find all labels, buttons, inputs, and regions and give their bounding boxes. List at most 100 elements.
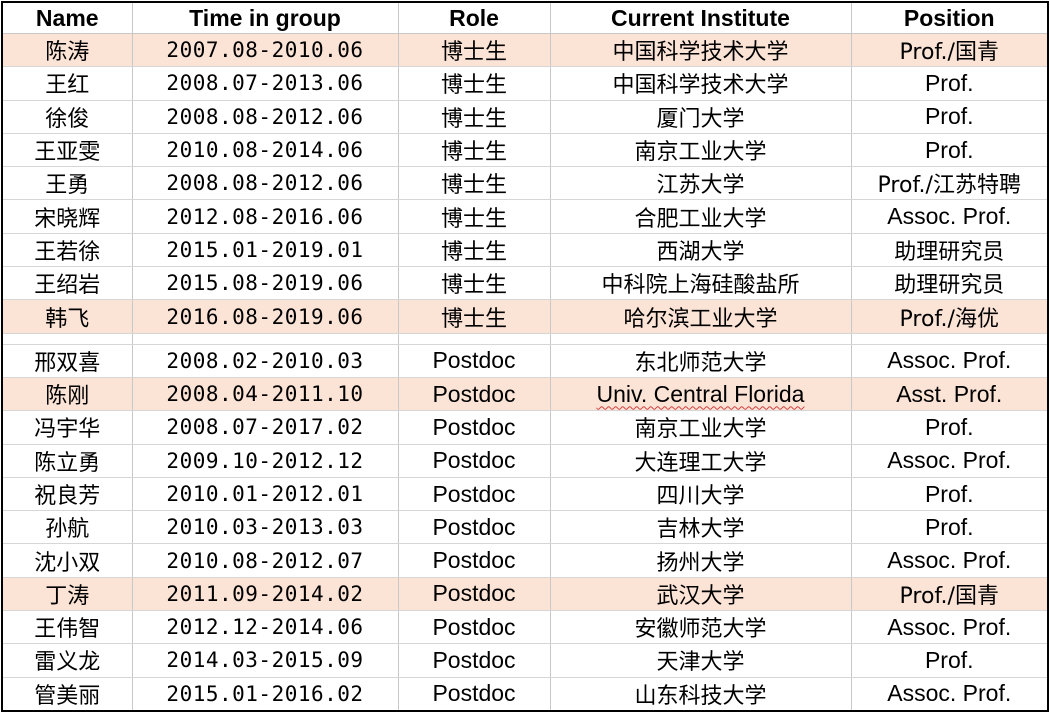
table-row: 陈立勇 2009.10-2012.12 Postdoc 大连理工大学 Assoc. Pr… — [1, 443, 1049, 478]
cell-current-institute: 大连理工大学 — [549, 443, 852, 478]
cell-role: Postdoc — [397, 376, 551, 412]
cell-time-in-group: 2010.01-2012.01 — [131, 476, 399, 512]
cell-current-institute: 南京工业大学 — [549, 410, 852, 445]
table-row: 王若徐 2015.01-2019.01 博士生 西湖大学 助理研究员 — [1, 232, 1049, 268]
cell-current-institute: 哈尔滨工业大学 — [549, 299, 852, 334]
cell-current-institute: 厦门大学 — [549, 99, 852, 134]
cell-time-in-group: 2011.09-2014.02 — [131, 576, 399, 612]
cell-role: 博士生 — [397, 32, 551, 68]
cell-time-in-group: 2012.08-2016.06 — [131, 199, 399, 234]
cell-time-in-group: 2015.01-2019.01 — [131, 232, 399, 268]
cell-position: Assoc. Prof. — [850, 676, 1049, 712]
cell-position: Prof./海优 — [850, 299, 1049, 334]
cell-current-institute: 四川大学 — [549, 476, 852, 512]
table-row: 祝良芳 2010.01-2012.01 Postdoc 四川大学 Prof. — [1, 476, 1049, 512]
cell-time-in-group: 2008.02-2010.03 — [131, 343, 399, 378]
cell-position: Prof./国青 — [850, 32, 1049, 68]
table-row: 陈刚 2008.04-2011.10 Postdoc Univ. Central Fl… — [1, 376, 1049, 412]
cell-position: Assoc. Prof. — [850, 343, 1049, 378]
cell-time-in-group: 2009.10-2012.12 — [131, 443, 399, 478]
separator-cell — [1, 332, 133, 345]
cell-position: Prof. — [850, 132, 1049, 168]
table-row: 宋晓辉 2012.08-2016.06 博士生 合肥工业大学 Assoc. Prof. — [1, 199, 1049, 234]
cell-name: 宋晓辉 — [1, 199, 133, 234]
cell-time-in-group: 2010.08-2012.07 — [131, 543, 399, 578]
cell-position: Prof. — [850, 643, 1049, 678]
cell-name: 丁涛 — [1, 576, 133, 612]
cell-time-in-group: 2015.08-2019.06 — [131, 266, 399, 301]
cell-name: 冯宇华 — [1, 410, 133, 445]
header-position: Position — [850, 1, 1049, 34]
cell-current-institute: 天津大学 — [549, 643, 852, 678]
cell-position: Assoc. Prof. — [850, 443, 1049, 478]
cell-role: Postdoc — [397, 610, 551, 645]
cell-time-in-group: 2008.04-2011.10 — [131, 376, 399, 412]
cell-time-in-group: 2008.08-2012.06 — [131, 166, 399, 201]
table-row: 孙航 2010.03-2013.03 Postdoc 吉林大学 Prof. — [1, 510, 1049, 545]
cell-current-institute: 安徽师范大学 — [549, 610, 852, 645]
cell-time-in-group: 2012.12-2014.06 — [131, 610, 399, 645]
cell-name: 邢双喜 — [1, 343, 133, 378]
cell-time-in-group: 2010.08-2014.06 — [131, 132, 399, 168]
header-row: Name Time in group Role Current Institut… — [1, 1, 1049, 34]
cell-time-in-group: 2008.08-2012.06 — [131, 99, 399, 134]
table-row: 王勇 2008.08-2012.06 博士生 江苏大学 Prof./江苏特聘 — [1, 166, 1049, 201]
cell-current-institute: 山东科技大学 — [549, 676, 852, 712]
cell-name: 陈立勇 — [1, 443, 133, 478]
cell-role: Postdoc — [397, 510, 551, 545]
institute-text: Univ. Central Florida — [596, 380, 805, 407]
cell-position: Prof. — [850, 410, 1049, 445]
cell-role: 博士生 — [397, 166, 551, 201]
cell-time-in-group: 2007.08-2010.06 — [131, 32, 399, 68]
cell-role: 博士生 — [397, 132, 551, 168]
cell-current-institute: 中国科学技术大学 — [549, 32, 852, 68]
header-time-in-group: Time in group — [131, 1, 399, 34]
cell-role: Postdoc — [397, 443, 551, 478]
separator-cell — [397, 332, 551, 345]
cell-position: Prof./江苏特聘 — [850, 166, 1049, 201]
cell-position: Assoc. Prof. — [850, 199, 1049, 234]
cell-name: 徐俊 — [1, 99, 133, 134]
separator-cell — [131, 332, 399, 345]
cell-position: 助理研究员 — [850, 232, 1049, 268]
table-body: 陈涛 2007.08-2010.06 博士生 中国科学技术大学 Prof./国青 王红 20… — [1, 32, 1049, 712]
header-role: Role — [397, 1, 551, 34]
cell-position: Prof./国青 — [850, 576, 1049, 612]
cell-role: Postdoc — [397, 643, 551, 678]
header-name: Name — [1, 1, 133, 34]
cell-name: 陈刚 — [1, 376, 133, 412]
cell-time-in-group: 2016.08-2019.06 — [131, 299, 399, 334]
cell-position: Prof. — [850, 510, 1049, 545]
table-row: 丁涛 2011.09-2014.02 Postdoc 武汉大学 Prof./国青 — [1, 576, 1049, 612]
cell-name: 王勇 — [1, 166, 133, 201]
cell-role: Postdoc — [397, 543, 551, 578]
cell-role: Postdoc — [397, 676, 551, 712]
cell-name: 王伟智 — [1, 610, 133, 645]
cell-role: Postdoc — [397, 410, 551, 445]
cell-position: Assoc. Prof. — [850, 610, 1049, 645]
table-row: 雷义龙 2014.03-2015.09 Postdoc 天津大学 Prof. — [1, 643, 1049, 678]
cell-name: 祝良芳 — [1, 476, 133, 512]
cell-name: 陈涛 — [1, 32, 133, 68]
table-row: 沈小双 2010.08-2012.07 Postdoc 扬州大学 Assoc. Prof… — [1, 543, 1049, 578]
cell-name: 王亚雯 — [1, 132, 133, 168]
table-row: 王亚雯 2010.08-2014.06 博士生 南京工业大学 Prof. — [1, 132, 1049, 168]
cell-current-institute: 西湖大学 — [549, 232, 852, 268]
cell-current-institute: 东北师范大学 — [549, 343, 852, 378]
cell-role: Postdoc — [397, 476, 551, 512]
table-row: 管美丽 2015.01-2016.02 Postdoc 山东科技大学 Assoc. Pr… — [1, 676, 1049, 712]
cell-role: 博士生 — [397, 232, 551, 268]
cell-role: 博士生 — [397, 199, 551, 234]
separator-cell — [549, 332, 852, 345]
table-row: 王红 2008.07-2013.06 博士生 中国科学技术大学 Prof. — [1, 66, 1049, 101]
cell-time-in-group: 2008.07-2013.06 — [131, 66, 399, 101]
cell-current-institute: 吉林大学 — [549, 510, 852, 545]
group-members-table: Name Time in group Role Current Institut… — [1, 1, 1049, 712]
cell-role: 博士生 — [397, 66, 551, 101]
cell-role: Postdoc — [397, 576, 551, 612]
cell-position: Prof. — [850, 66, 1049, 101]
cell-position: Asst. Prof. — [850, 376, 1049, 412]
cell-current-institute: 武汉大学 — [549, 576, 852, 612]
cell-role: 博士生 — [397, 299, 551, 334]
cell-current-institute: 南京工业大学 — [549, 132, 852, 168]
